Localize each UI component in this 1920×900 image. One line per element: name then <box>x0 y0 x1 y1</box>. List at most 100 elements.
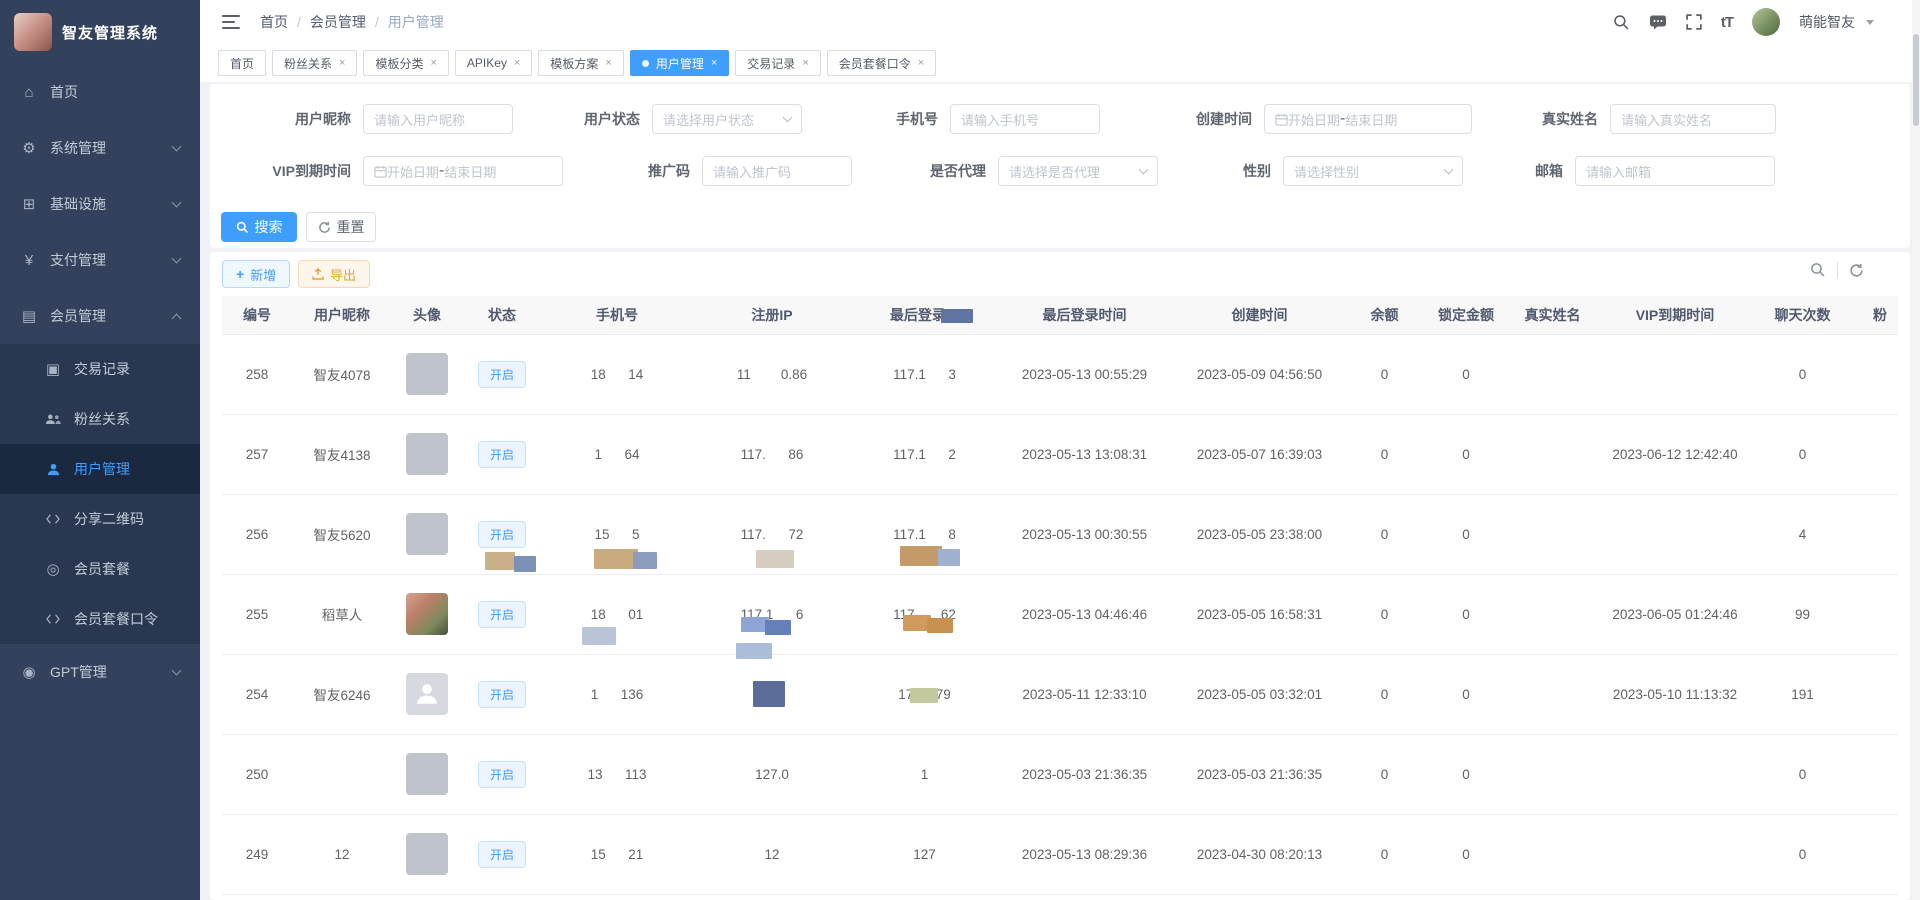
chevron-down-icon <box>783 113 793 123</box>
breadcrumb-member-management[interactable]: 会员管理 <box>310 12 366 32</box>
export-button-label: 导出 <box>330 265 356 284</box>
chevron-down-icon[interactable] <box>1866 20 1874 25</box>
tab-home[interactable]: 首页 <box>218 50 266 76</box>
censored-value: 117.1 3 <box>893 367 956 382</box>
filter-label: VIP到期时间 <box>243 161 351 181</box>
phone-input[interactable]: 请输入手机号 <box>950 104 1100 134</box>
gender-select[interactable]: 请选择性别 <box>1283 156 1463 186</box>
tab-user-management[interactable]: 用户管理× <box>630 50 729 76</box>
user-nickname-input[interactable]: 请输入用户昵称 <box>363 104 513 134</box>
user-status-select[interactable]: 请选择用户状态 <box>652 104 802 134</box>
cell-real_name <box>1510 734 1595 814</box>
cell-nickname <box>292 734 392 814</box>
cell-id: 254 <box>222 654 292 734</box>
cell-created: 2023-05-05 23:38:00 <box>1172 494 1347 574</box>
page-scrollbar[interactable] <box>1912 0 1920 900</box>
column-header: 注册IP <box>692 296 852 334</box>
filter-phone: 手机号请输入手机号 <box>870 104 1100 134</box>
column-header: VIP到期时间 <box>1595 296 1755 334</box>
status-badge: 开启 <box>478 521 526 548</box>
username[interactable]: 萌能智友 <box>1799 12 1855 32</box>
cell-balance: 0 <box>1347 814 1422 894</box>
sidebar-item-member-management[interactable]: ▤会员管理 <box>0 288 200 344</box>
scrollbar-thumb[interactable] <box>1913 34 1919 126</box>
tab-label: 粉丝关系 <box>284 55 332 72</box>
cell-last_ip: 117.1 2 <box>852 414 997 494</box>
is-agent-select[interactable]: 请选择是否代理 <box>998 156 1158 186</box>
cell-locked: 0 <box>1422 734 1510 814</box>
placeholder-text: 请选择用户状态 <box>663 110 754 129</box>
message-icon[interactable] <box>1649 14 1667 30</box>
sidebar-item-home[interactable]: ⌂首页 <box>0 64 200 120</box>
table-refresh-icon[interactable] <box>1849 263 1864 278</box>
sidebar-item-user-management[interactable]: 用户管理 <box>0 444 200 494</box>
export-button[interactable]: 导出 <box>298 260 370 288</box>
sidebar-item-member-package-code[interactable]: 会员套餐口令 <box>0 594 200 644</box>
cell-fans <box>1850 814 1898 894</box>
promo-code-input[interactable]: 请输入推广码 <box>702 156 852 186</box>
close-tab-icon[interactable]: × <box>802 57 808 69</box>
breadcrumb-home[interactable]: 首页 <box>260 12 288 32</box>
column-header: 头像 <box>392 296 462 334</box>
table-search-icon[interactable] <box>1810 262 1826 278</box>
email-input[interactable]: 请输入邮箱 <box>1575 156 1775 186</box>
add-button[interactable]: + 新增 <box>222 260 290 288</box>
reset-button[interactable]: 重置 <box>306 212 376 242</box>
cell-locked: 0 <box>1422 654 1510 734</box>
font-size-icon[interactable]: tT <box>1721 14 1733 31</box>
cell-reg_ip: 117. 86 <box>692 414 852 494</box>
tab-member-package-code[interactable]: 会员套餐口令× <box>827 50 936 76</box>
close-tab-icon[interactable]: × <box>605 57 611 69</box>
sidebar-item-fans-relation[interactable]: 粉丝关系 <box>0 394 200 444</box>
tab-template-plan[interactable]: 模板方案× <box>538 50 623 76</box>
cell-real_name <box>1510 334 1595 414</box>
breadcrumb-current: 用户管理 <box>388 12 444 32</box>
close-tab-icon[interactable]: × <box>711 57 717 69</box>
placeholder-text: 请输入推广码 <box>713 162 791 181</box>
sidebar-item-payment-management[interactable]: ¥支付管理 <box>0 232 200 288</box>
cell-real_name <box>1510 574 1595 654</box>
cell-last_ip: 117.1 8 <box>852 494 997 574</box>
close-tab-icon[interactable]: × <box>430 57 436 69</box>
close-tab-icon[interactable]: × <box>339 57 345 69</box>
tab-template-category[interactable]: 模板分类× <box>363 50 448 76</box>
sidebar-toggle-icon[interactable] <box>222 15 240 29</box>
censored-value: 17 79 <box>898 687 951 702</box>
sidebar-item-basic-settings[interactable]: ⊞基础设施 <box>0 176 200 232</box>
sidebar-item-gpt-management[interactable]: ◉GPT管理 <box>0 644 200 700</box>
cell-last_ip: 127 <box>852 814 997 894</box>
cell-locked: 0 <box>1422 814 1510 894</box>
created-time-daterange[interactable]: 开始日期-结束日期 <box>1264 104 1472 134</box>
column-header: 编号 <box>222 296 292 334</box>
close-tab-icon[interactable]: × <box>514 57 520 69</box>
sidebar-item-system-management[interactable]: ⚙系统管理 <box>0 120 200 176</box>
calendar-icon <box>374 165 387 178</box>
vip-expire-time-daterange[interactable]: 开始日期-结束日期 <box>363 156 563 186</box>
status-badge: 开启 <box>478 601 526 628</box>
logo[interactable]: 智友管理系统 <box>0 0 200 64</box>
sidebar-item-member-package[interactable]: ◎会员套餐 <box>0 544 200 594</box>
cell-real_name <box>1510 414 1595 494</box>
tab-fans-relation[interactable]: 粉丝关系 × <box>272 50 357 76</box>
sidebar-item-share-qrcode[interactable]: 分享二维码 <box>0 494 200 544</box>
close-tab-icon[interactable]: × <box>918 57 924 69</box>
tab-transaction-records[interactable]: 交易记录× <box>735 50 820 76</box>
search-icon[interactable] <box>1613 14 1630 31</box>
add-button-label: 新增 <box>250 265 276 284</box>
placeholder-text: 请选择是否代理 <box>1009 162 1100 181</box>
search-button[interactable]: 搜索 <box>221 212 297 242</box>
cell-real_name <box>1510 814 1595 894</box>
cell-vip: 2023-05-10 11:13:32 <box>1595 654 1755 734</box>
cell-phone: 18 14 <box>542 334 692 414</box>
fullscreen-icon[interactable] <box>1686 14 1702 30</box>
column-header: 创建时间 <box>1172 296 1347 334</box>
sidebar-menu: ⌂首页⚙系统管理⊞基础设施¥支付管理▤会员管理▣交易记录粉丝关系用户管理分享二维… <box>0 64 200 700</box>
tab-apikey[interactable]: APIKey× <box>455 50 532 76</box>
avatar <box>406 833 448 875</box>
sidebar-item-transaction-records[interactable]: ▣交易记录 <box>0 344 200 394</box>
column-header: 真实姓名 <box>1510 296 1595 334</box>
user-avatar[interactable] <box>1752 8 1780 36</box>
real-name-input[interactable]: 请输入真实姓名 <box>1610 104 1776 134</box>
cell-reg_ip <box>692 654 852 734</box>
censored-value: 117. 72 <box>741 527 804 542</box>
